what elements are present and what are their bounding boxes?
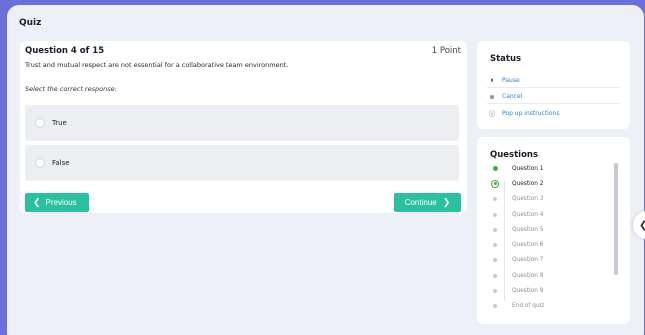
- question-item-7[interactable]: Question 7: [491, 253, 544, 268]
- question-item-label: Question 7: [512, 257, 544, 264]
- popup-instructions-link[interactable]: ⓘ Pop up instructions: [487, 106, 620, 120]
- question-item-end[interactable]: End of quiz: [491, 299, 544, 314]
- pending-dot-icon: [491, 256, 499, 264]
- questions-title: Questions: [490, 150, 539, 160]
- question-item-label: Question 1: [512, 165, 544, 172]
- answer-option-label: False: [52, 159, 70, 167]
- answer-option-false[interactable]: False: [25, 145, 459, 181]
- question-item-6[interactable]: Question 6: [491, 237, 544, 252]
- pause-link[interactable]: ⏸ Pause: [487, 74, 620, 88]
- app-window: Quiz Question 4 of 15 1 Point Trust and …: [7, 5, 644, 335]
- radio-icon[interactable]: [35, 158, 45, 168]
- question-item-3[interactable]: Question 3: [491, 192, 544, 207]
- question-item-label: End of quiz: [512, 303, 545, 310]
- current-dot-icon: [491, 179, 499, 188]
- pending-dot-icon: [491, 226, 499, 234]
- question-item-label: Question 4: [512, 211, 544, 218]
- pending-dot-icon: [491, 195, 499, 203]
- chevron-left-icon: ❮: [33, 197, 41, 207]
- pause-label: Pause: [502, 77, 520, 84]
- question-list: Question 1 Question 2 Question 3 Questio…: [491, 161, 544, 314]
- info-icon: ⓘ: [488, 110, 496, 118]
- popup-instructions-label: Pop up instructions: [502, 109, 560, 117]
- question-points: 1 Point: [431, 46, 461, 56]
- previous-button-label: Previous: [45, 198, 77, 207]
- cancel-link[interactable]: ⊗ Cancel: [487, 90, 620, 104]
- pending-dot-icon: [491, 272, 499, 280]
- question-item-label: Question 3: [512, 196, 544, 203]
- status-panel: Status ⏸ Pause ⊗ Cancel ⓘ Pop up instruc…: [477, 41, 630, 129]
- question-item-9[interactable]: Question 9: [491, 283, 544, 298]
- cancel-icon: ⊗: [489, 92, 495, 101]
- question-item-1[interactable]: Question 1: [491, 161, 544, 176]
- question-text: Trust and mutual respect are not essenti…: [25, 61, 289, 69]
- question-item-5[interactable]: Question 5: [491, 222, 544, 237]
- continue-button[interactable]: Continue ❯: [394, 193, 461, 212]
- chevron-left-icon: ❮: [639, 220, 645, 231]
- question-counter: Question 4 of 15: [25, 46, 105, 56]
- question-item-label: Question 9: [512, 288, 544, 295]
- previous-button[interactable]: ❮ Previous: [25, 193, 89, 212]
- question-item-label: Question 8: [512, 272, 544, 279]
- pending-dot-icon: [491, 302, 499, 310]
- questions-panel: Questions Question 1 Question 2 Question…: [477, 137, 630, 324]
- pending-dot-icon: [491, 211, 499, 219]
- completed-dot-icon: [491, 165, 499, 173]
- question-item-label: Question 2: [512, 180, 544, 187]
- continue-button-label: Continue: [404, 198, 437, 207]
- status-title: Status: [490, 54, 522, 64]
- answer-option-label: True: [52, 119, 67, 127]
- question-item-2[interactable]: Question 2: [491, 176, 544, 191]
- cancel-label: Cancel: [502, 93, 523, 100]
- answer-option-true[interactable]: True: [25, 105, 459, 141]
- radio-icon[interactable]: [35, 118, 45, 128]
- question-item-label: Question 6: [512, 242, 544, 249]
- question-item-8[interactable]: Question 8: [491, 268, 544, 283]
- quiz-panel: Question 4 of 15 1 Point Trust and mutua…: [20, 41, 467, 213]
- question-item-label: Question 5: [512, 226, 544, 233]
- questions-scrollbar[interactable]: [614, 163, 618, 275]
- question-item-4[interactable]: Question 4: [491, 207, 544, 222]
- app-title: Quiz: [19, 18, 42, 28]
- pending-dot-icon: [491, 287, 499, 295]
- question-instruction: Select the correct response:: [25, 85, 117, 93]
- pending-dot-icon: [491, 241, 499, 249]
- chevron-right-icon: ❯: [442, 197, 451, 207]
- pause-icon: ⏸: [490, 76, 494, 84]
